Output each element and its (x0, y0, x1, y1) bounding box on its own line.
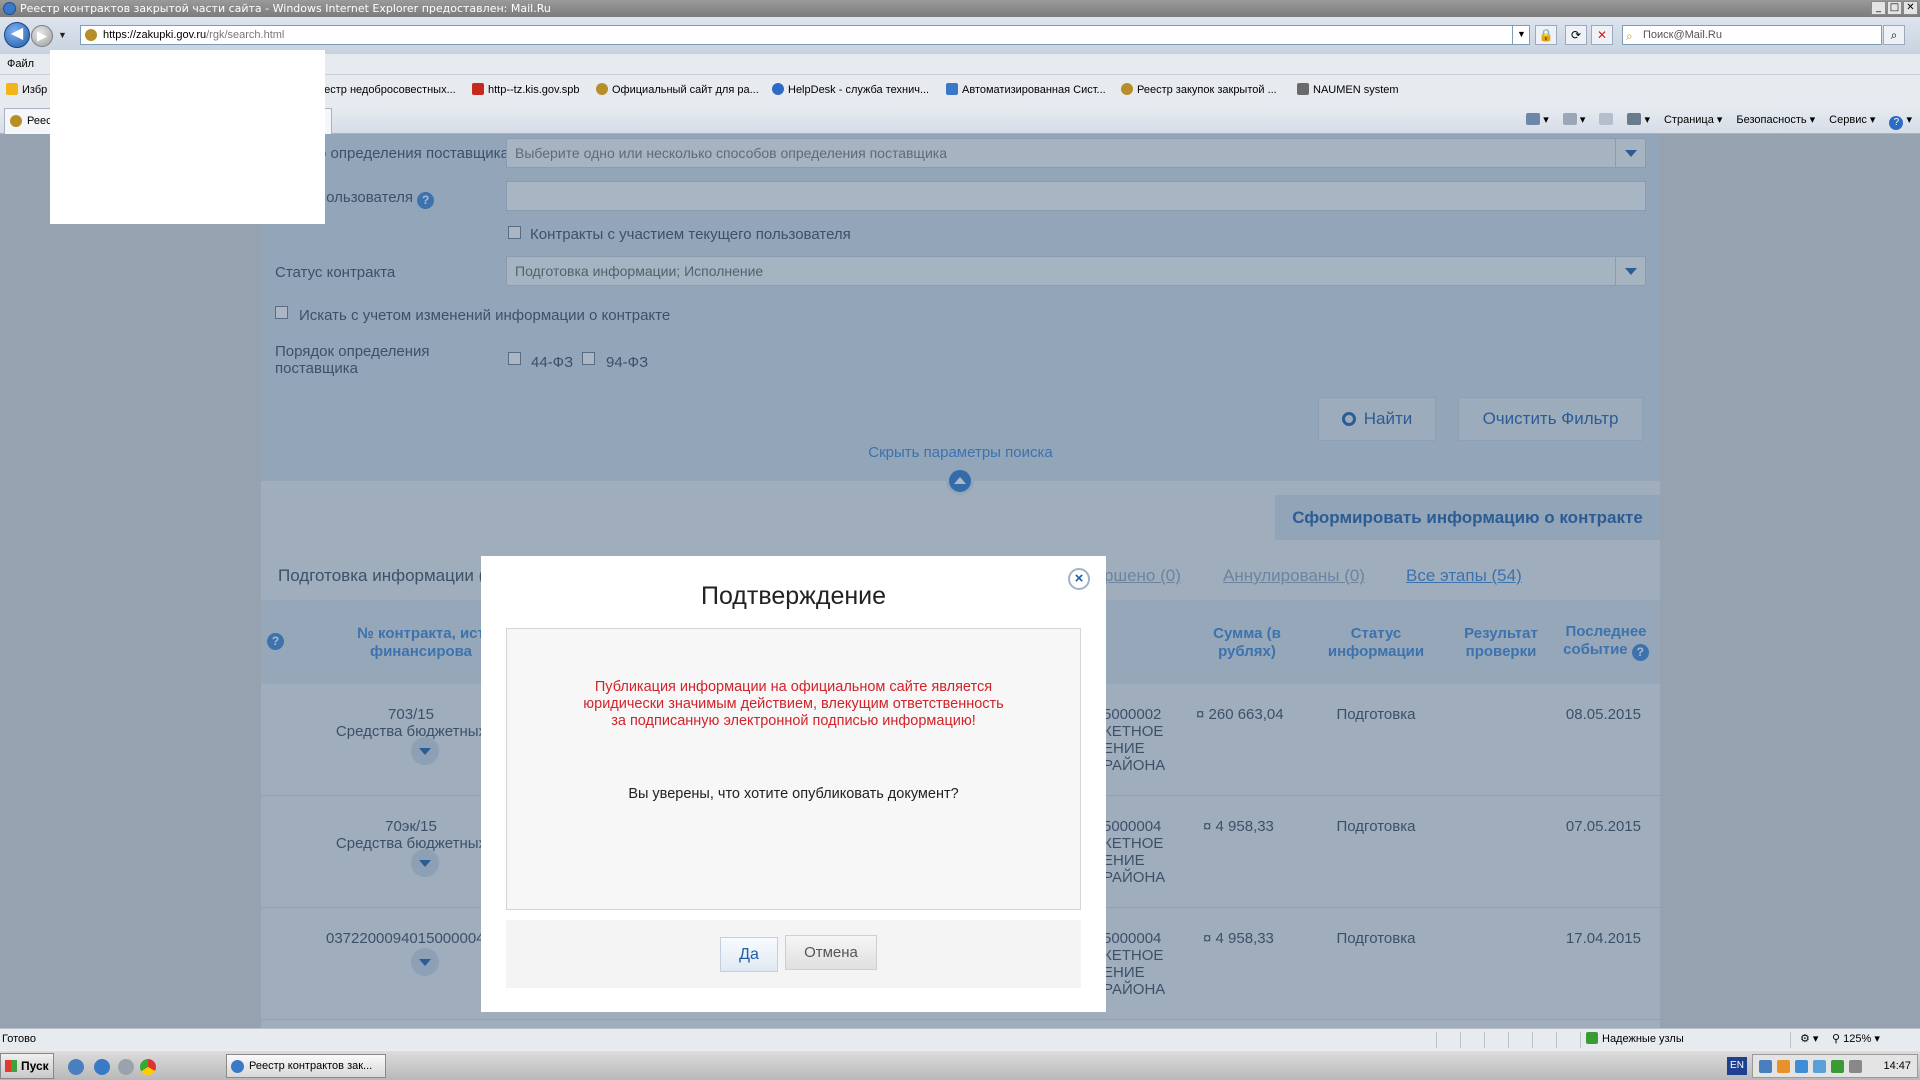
minimize-button[interactable]: _ (1871, 1, 1886, 15)
close-icon[interactable]: × (1068, 568, 1090, 590)
tray-icon[interactable] (1813, 1060, 1826, 1073)
ie-icon (231, 1060, 244, 1073)
print-icon[interactable]: ▾ (1627, 110, 1650, 130)
search-go-icon[interactable]: ⌕ (1883, 25, 1905, 45)
favicon-icon (1297, 83, 1309, 95)
search-placeholder: Поиск@Mail.Ru (1643, 29, 1722, 41)
legal-warning-text: Публикация информации на официальном сай… (583, 679, 1004, 729)
favorite-link[interactable]: еестр недобросовестных... (318, 75, 456, 106)
favorite-link[interactable]: HelpDesk - служба технич... (772, 75, 929, 106)
chrome-icon[interactable] (140, 1059, 156, 1075)
search-input[interactable]: ⌕ Поиск@Mail.Ru (1622, 25, 1882, 45)
status-text: Готово (2, 1033, 36, 1045)
mail-icon[interactable] (1599, 110, 1614, 130)
home-icon[interactable]: ▾ (1526, 110, 1549, 130)
ie-icon (3, 2, 16, 15)
history-dropdown-icon[interactable]: ▼ (58, 30, 67, 40)
star-icon (6, 83, 18, 95)
tray-icon[interactable] (1831, 1060, 1844, 1073)
confirmation-dialog: Подтверждение × Публикация информации на… (481, 556, 1106, 1012)
favorite-link[interactable]: Реестр закупок закрытой ... (1121, 75, 1277, 106)
favorite-link[interactable]: Автоматизированная Сист... (946, 75, 1106, 106)
address-toolbar: ◀ ▶ ▼ https://zakupki.gov.ru/rgk/search.… (0, 17, 1920, 54)
lock-icon[interactable]: 🔒 (1535, 25, 1557, 45)
system-tray: EN 14:47 (1727, 1054, 1918, 1078)
url-path: /rgk/search.html (206, 29, 285, 41)
back-button[interactable]: ◀ (4, 22, 30, 48)
taskbar: Пуск Реестр контрактов зак... EN 14:47 (0, 1050, 1920, 1080)
zoom-control[interactable]: ⚲ 125% ▾ (1832, 1029, 1880, 1050)
window-title: Реестр контрактов закрытой части сайта -… (20, 2, 551, 15)
favicon-icon (772, 83, 784, 95)
favorite-link[interactable]: Официальный сайт для ра... (596, 75, 759, 106)
close-window-button[interactable]: ✕ (1903, 1, 1918, 15)
window-controls: _ □ ✕ (1871, 1, 1918, 15)
confirm-question: Вы уверены, что хотите опубликовать доку… (628, 786, 959, 802)
protected-mode-icon[interactable]: ⚙ ▾ (1800, 1029, 1818, 1050)
dialog-title: Подтверждение (700, 582, 887, 610)
forward-button[interactable]: ▶ (31, 25, 53, 47)
status-bar: Готово Надежные узлы ⚙ ▾ ⚲ 125% ▾ (0, 1028, 1920, 1050)
help-icon[interactable]: ? ▾ (1889, 110, 1912, 130)
favorite-link[interactable]: NAUMEN system (1297, 75, 1399, 106)
tray-icon[interactable] (1777, 1060, 1790, 1073)
feeds-icon[interactable]: ▾ (1562, 110, 1585, 130)
command-bar: ▾ ▾ ▾ Страница ▾ Безопасность ▾ Сервис ▾… (1526, 110, 1912, 130)
dialog-footer: Да Отмена (506, 920, 1081, 988)
favicon-icon (472, 83, 484, 95)
language-indicator[interactable]: EN (1727, 1057, 1747, 1075)
safety-menu[interactable]: Безопасность ▾ (1736, 110, 1815, 130)
favorites-button[interactable]: Избр (6, 75, 47, 106)
security-zone[interactable]: Надежные узлы (1586, 1029, 1684, 1050)
tray-icon[interactable] (1795, 1060, 1808, 1073)
page-menu[interactable]: Страница ▾ (1664, 110, 1722, 130)
quicklaunch-icon[interactable] (68, 1059, 84, 1075)
cancel-button[interactable]: Отмена (785, 935, 877, 970)
window-titlebar: Реестр контрактов закрытой части сайта -… (0, 0, 1920, 17)
quicklaunch-ie-icon[interactable] (94, 1059, 110, 1075)
clock: 14:47 (1883, 1060, 1911, 1072)
address-dropdown-icon[interactable]: ▼ (1512, 25, 1530, 45)
stop-icon[interactable]: ✕ (1591, 25, 1613, 45)
favicon-icon (596, 83, 608, 95)
tab-favicon-icon (10, 115, 22, 127)
taskbar-window-button[interactable]: Реестр контрактов зак... (226, 1054, 386, 1078)
favorite-link[interactable]: http--tz.kis.gov.spb (472, 75, 580, 106)
search-provider-icon: ⌕ (1626, 29, 1633, 43)
maximize-button[interactable]: □ (1887, 1, 1902, 15)
redaction-block (50, 50, 325, 224)
favicon-icon (946, 83, 958, 95)
service-menu[interactable]: Сервис ▾ (1829, 110, 1875, 130)
network-icon[interactable] (1849, 1060, 1862, 1073)
favicon-icon (1121, 83, 1133, 95)
menu-file[interactable]: Файл (7, 58, 34, 70)
address-input[interactable]: https://zakupki.gov.ru/rgk/search.html (80, 25, 1530, 45)
checkmark-icon (1586, 1032, 1598, 1044)
url-host: https://zakupki.gov.ru (103, 29, 207, 41)
start-button[interactable]: Пуск (0, 1053, 54, 1079)
quicklaunch-icon[interactable] (118, 1059, 134, 1075)
refresh-icon[interactable]: ⟳ (1565, 25, 1587, 45)
yes-button[interactable]: Да (720, 937, 778, 972)
site-favicon-icon (85, 29, 97, 41)
tray-icon[interactable] (1759, 1060, 1772, 1073)
windows-logo-icon (5, 1060, 17, 1072)
dialog-body: Публикация информации на официальном сай… (506, 628, 1081, 910)
